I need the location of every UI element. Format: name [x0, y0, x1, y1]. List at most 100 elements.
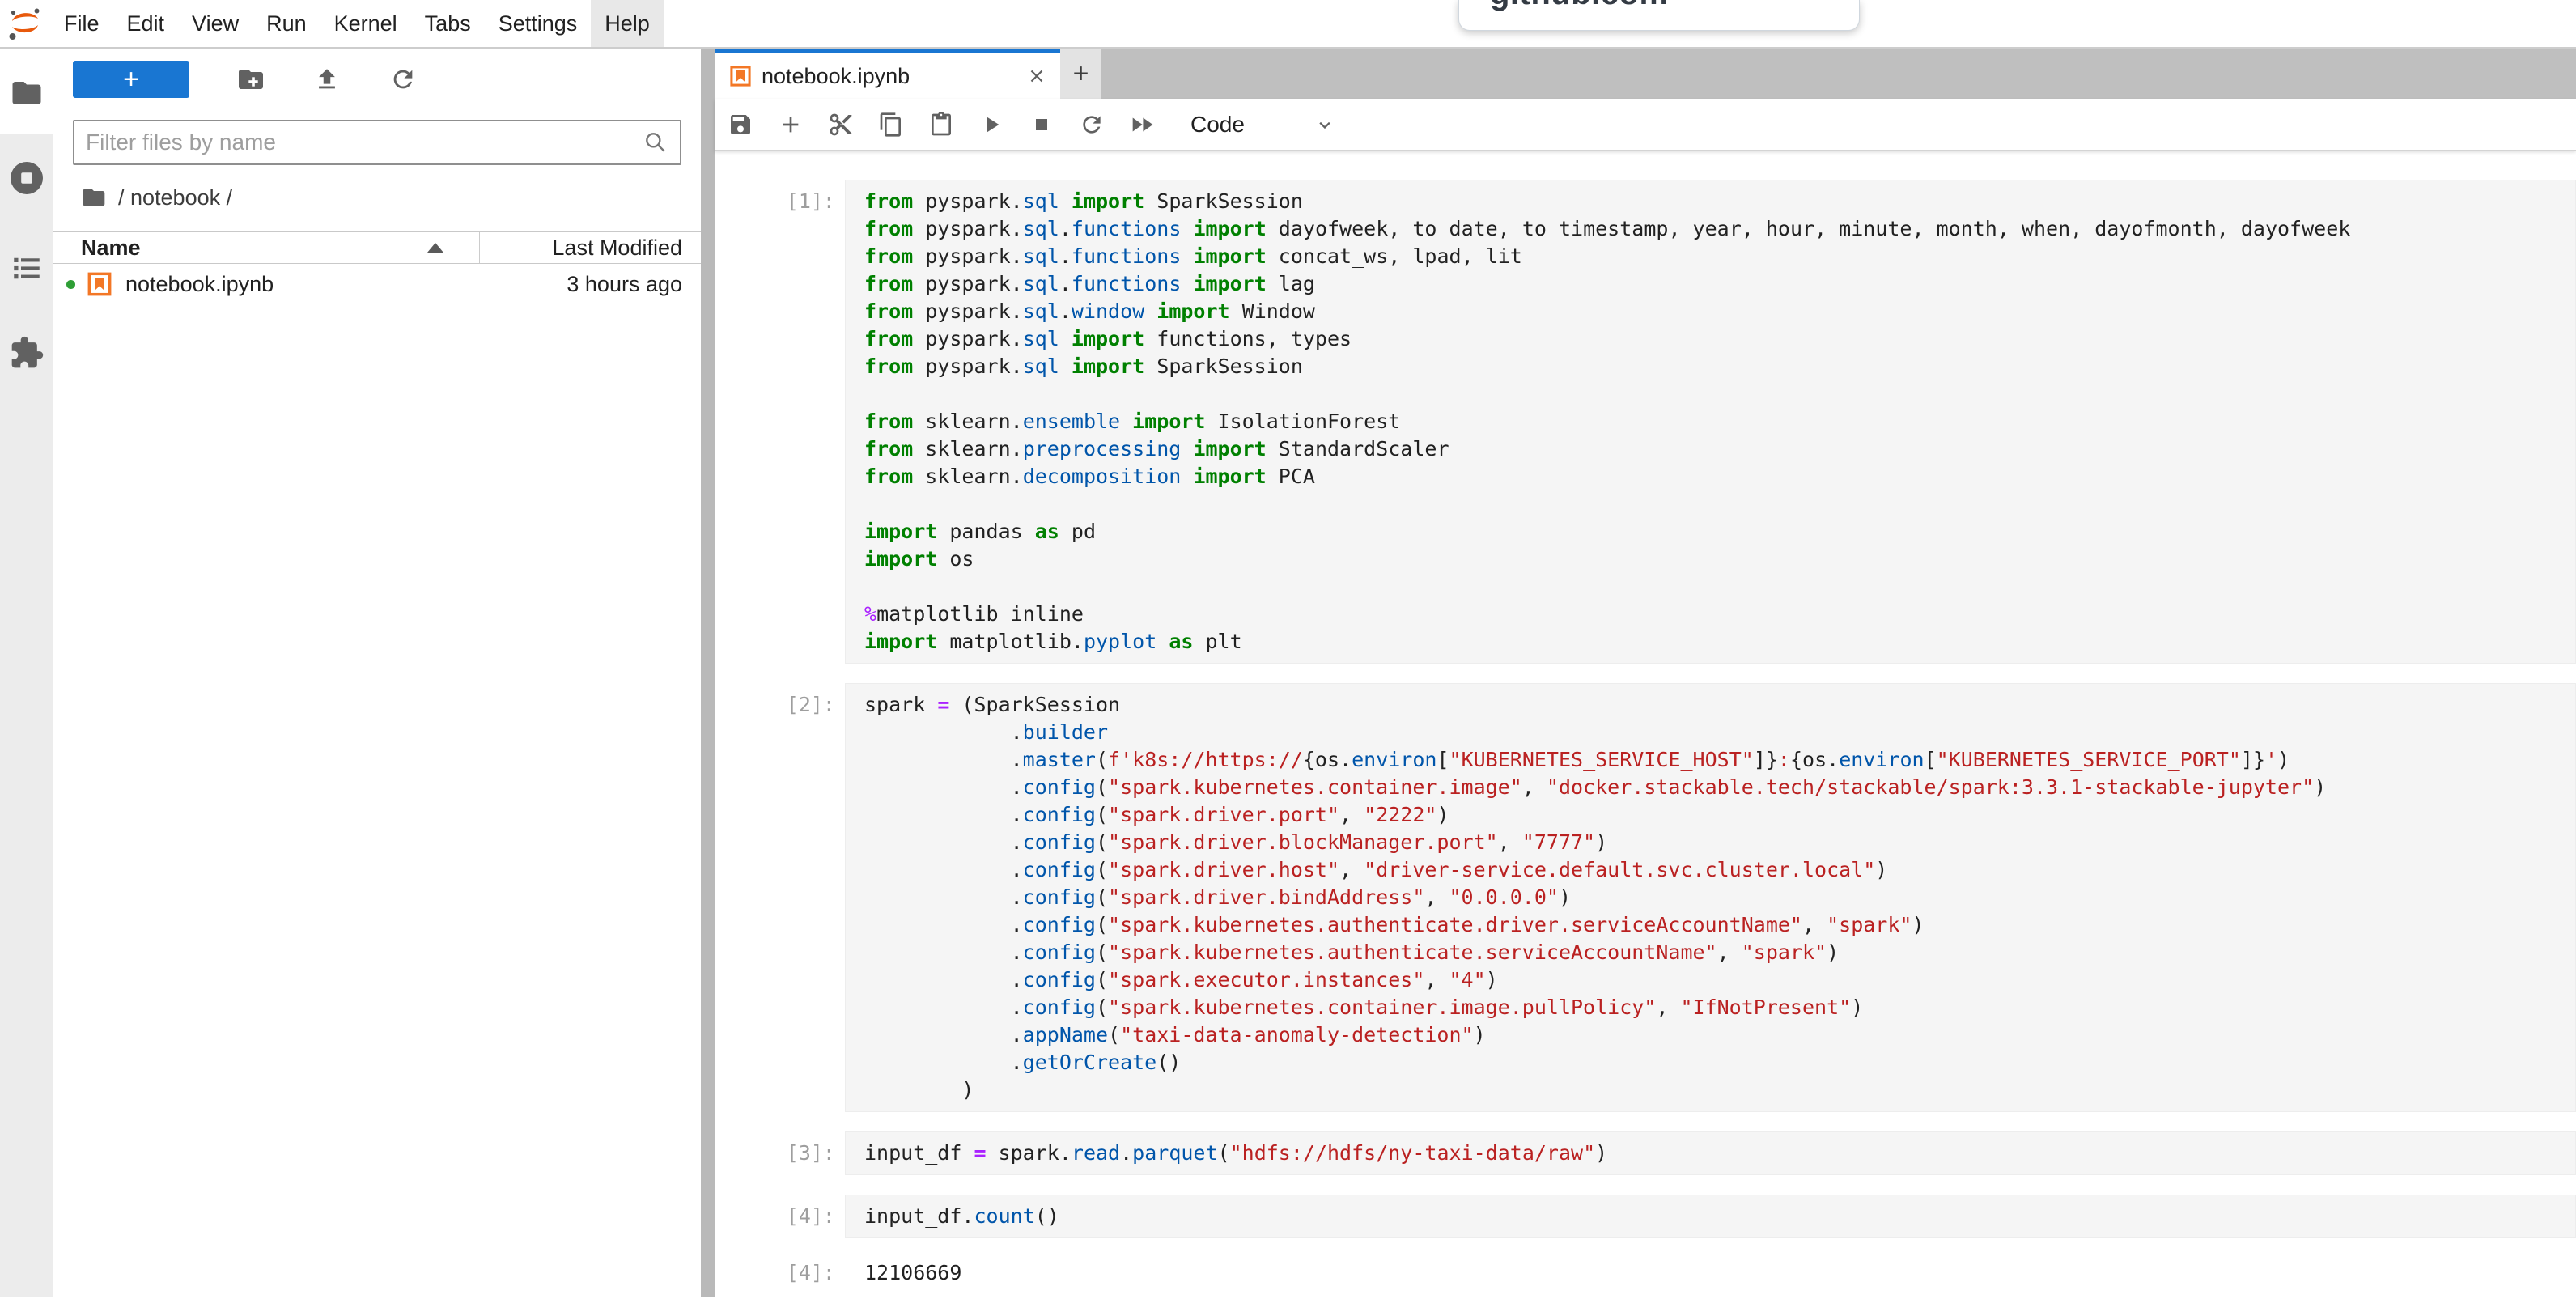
kernel-running-dot — [66, 280, 75, 289]
code-line — [864, 573, 2569, 601]
app-logo-icon — [0, 0, 50, 47]
notebook-content: [1]:from pyspark.sql import SparkSession… — [715, 151, 2576, 1297]
cell-prompt: [3]: — [715, 1131, 845, 1175]
breadcrumb: / notebook / — [81, 181, 701, 214]
code-cell: [1]:from pyspark.sql import SparkSession… — [715, 180, 2576, 664]
cell-editor[interactable]: input_df.count() — [845, 1195, 2576, 1238]
code-line: .config("spark.driver.bindAddress", "0.0… — [864, 884, 2569, 911]
run-cell-button[interactable] — [977, 108, 1006, 141]
new-tab-button[interactable]: + — [1060, 49, 1101, 99]
code-line: input_df.count() — [864, 1203, 2569, 1230]
cell-prompt: [1]: — [715, 180, 845, 664]
code-line — [864, 490, 2569, 518]
code-line: from pyspark.sql.functions import dayofw… — [864, 215, 2569, 243]
interrupt-kernel-button[interactable] — [1027, 108, 1056, 141]
code-line: import matplotlib.pyplot as plt — [864, 628, 2569, 656]
code-line: from sklearn.ensemble import IsolationFo… — [864, 408, 2569, 435]
panel-splitter[interactable] — [701, 49, 715, 1297]
add-cell-button[interactable] — [776, 108, 805, 141]
code-line — [864, 380, 2569, 408]
chevron-down-icon — [1313, 113, 1336, 136]
tab-close-icon[interactable] — [1026, 66, 1047, 87]
cell-type-value: Code — [1190, 112, 1245, 138]
menu-item-help[interactable]: Help — [591, 0, 664, 47]
new-launcher-button[interactable]: + — [73, 61, 189, 98]
code-line: from pyspark.sql.window import Window — [864, 298, 2569, 325]
cell-editor[interactable]: input_df = spark.read.parquet("hdfs://hd… — [845, 1131, 2576, 1175]
menu-item-settings[interactable]: Settings — [485, 0, 592, 47]
tab-notebook-icon — [729, 65, 752, 87]
code-line: %matplotlib inline — [864, 601, 2569, 628]
file-list-item[interactable]: notebook.ipynb 3 hours ago — [53, 264, 701, 304]
file-name: notebook.ipynb — [125, 272, 567, 297]
code-cell: [4]: input_df.count() — [715, 1195, 2576, 1238]
menu-item-kernel[interactable]: Kernel — [320, 0, 411, 47]
cell-type-select[interactable]: Code — [1190, 112, 1336, 138]
tab-bar: notebook.ipynb + — [715, 49, 2576, 99]
file-browser-toolbar: + — [53, 49, 701, 110]
cut-cells-button[interactable] — [826, 108, 855, 141]
menu-item-tabs[interactable]: Tabs — [411, 0, 485, 47]
breadcrumb-path[interactable]: / notebook / — [118, 185, 232, 210]
save-button[interactable] — [726, 108, 755, 141]
code-cell: [2]:spark = (SparkSession .builder .mast… — [715, 683, 2576, 1112]
code-line: from sklearn.decomposition import PCA — [864, 463, 2569, 490]
column-header-last-modified[interactable]: Last Modified — [479, 232, 701, 263]
menu-item-edit[interactable]: Edit — [113, 0, 179, 47]
extensions-icon[interactable] — [0, 335, 53, 371]
code-line: spark = (SparkSession — [864, 691, 2569, 719]
column-header-name[interactable]: Name — [53, 232, 479, 263]
cell-editor[interactable]: from pyspark.sql import SparkSessionfrom… — [845, 180, 2576, 664]
copy-cells-button[interactable] — [876, 108, 906, 141]
code-line: from pyspark.sql import functions, types — [864, 325, 2569, 353]
notebook-toolbar: Code — [715, 99, 2576, 151]
upload-button[interactable] — [312, 65, 342, 94]
cell-prompt: [4]: — [715, 1259, 845, 1287]
code-line: .config("spark.driver.blockManager.port"… — [864, 829, 2569, 856]
code-line: .config("spark.kubernetes.container.imag… — [864, 774, 2569, 801]
cell-prompt: [2]: — [715, 683, 845, 1112]
menu-items: FileEditViewRunKernelTabsSettingsHelp — [50, 0, 664, 47]
code-cell: [3]:input_df = spark.read.parquet("hdfs:… — [715, 1131, 2576, 1175]
output-value: 12106669 — [845, 1259, 961, 1287]
cell-output: [4]:12106669 — [715, 1259, 2576, 1287]
sort-ascending-icon — [427, 243, 443, 253]
home-folder-icon[interactable] — [81, 185, 107, 210]
restart-run-all-button[interactable] — [1127, 108, 1156, 141]
search-icon — [643, 129, 668, 155]
menu-item-view[interactable]: View — [178, 0, 253, 47]
tab-notebook[interactable]: notebook.ipynb — [715, 49, 1060, 99]
file-browser-icon[interactable] — [0, 76, 53, 110]
code-line: .config("spark.executor.instances", "4") — [864, 966, 2569, 994]
code-line: .getOrCreate() — [864, 1049, 2569, 1076]
code-line: .config("spark.kubernetes.authenticate.s… — [864, 939, 2569, 966]
cell-prompt: [4]: — [715, 1195, 845, 1238]
code-line: .config("spark.kubernetes.container.imag… — [864, 994, 2569, 1021]
table-of-contents-icon[interactable] — [0, 251, 53, 285]
app-shell: + / notebook / Name — [0, 49, 2576, 1297]
browser-popup: github.com — [1458, 0, 1860, 31]
file-last-modified: 3 hours ago — [567, 272, 701, 297]
restart-kernel-button[interactable] — [1077, 108, 1106, 141]
activity-bar — [0, 49, 53, 1297]
code-line: from pyspark.sql import SparkSession — [864, 188, 2569, 215]
code-line: .config("spark.driver.port", "2222") — [864, 801, 2569, 829]
code-line: import pandas as pd — [864, 518, 2569, 545]
cell-editor[interactable]: spark = (SparkSession .builder .master(f… — [845, 683, 2576, 1112]
code-line: from pyspark.sql.functions import lag — [864, 270, 2569, 298]
paste-cells-button[interactable] — [927, 108, 956, 141]
menu-item-run[interactable]: Run — [253, 0, 320, 47]
running-kernels-icon[interactable] — [0, 159, 53, 197]
filter-files-box — [73, 120, 681, 165]
code-line: from pyspark.sql import SparkSession — [864, 353, 2569, 380]
code-line: .builder — [864, 719, 2569, 746]
menu-bar: FileEditViewRunKernelTabsSettingsHelp — [0, 0, 2576, 49]
file-list-header: Name Last Modified — [53, 231, 701, 264]
menu-item-file[interactable]: File — [50, 0, 113, 47]
new-folder-button[interactable] — [236, 65, 265, 94]
filter-files-input[interactable] — [86, 129, 643, 155]
notebook-file-icon — [87, 271, 112, 297]
main-dock-panel: notebook.ipynb + — [715, 49, 2576, 1297]
refresh-button[interactable] — [388, 65, 418, 94]
tab-title: notebook.ipynb — [762, 64, 1026, 89]
